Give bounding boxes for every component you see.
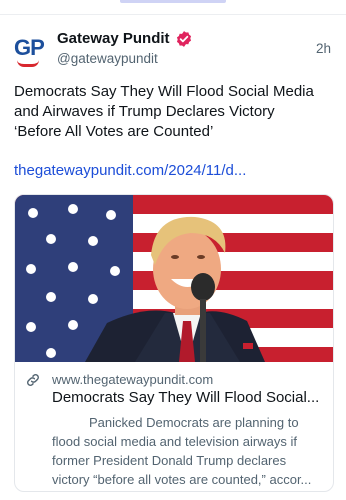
avatar-swoosh: [17, 60, 39, 67]
card-description-line: victory “before all votes are counted,” …: [52, 472, 312, 487]
post-time[interactable]: 2h: [316, 41, 331, 56]
verified-badge-icon: [176, 31, 192, 47]
card-description-line: former President Donald Trump declares: [52, 453, 287, 468]
post-text-line: and Airwaves if Trump Declares Victory: [14, 103, 275, 120]
post-text-line: ‘Before All Votes are Counted’: [14, 123, 214, 140]
post-text: Democrats Say They Will Flood Social Med…: [14, 82, 334, 142]
post-link[interactable]: thegatewaypundit.com/2024/11/d...: [14, 162, 246, 179]
card-title: Democrats Say They Will Flood Social...: [52, 389, 320, 406]
card-description-line: flood social media and television airway…: [52, 434, 297, 449]
link-icon: [27, 374, 39, 386]
card-description-line: Panicked Democrats are planning to: [89, 415, 299, 430]
link-preview-card[interactable]: www.thegatewaypundit.com Democrats Say T…: [14, 194, 334, 492]
post-text-line: Democrats Say They Will Flood Social Med…: [14, 83, 314, 100]
top-indicator: [120, 0, 226, 3]
top-divider: [0, 14, 346, 15]
author-name[interactable]: Gateway Pundit: [57, 30, 170, 47]
avatar-logo: GP: [14, 35, 45, 60]
author-handle[interactable]: @gatewaypundit: [57, 51, 158, 66]
avatar[interactable]: GP: [14, 33, 48, 67]
card-domain: www.thegatewaypundit.com: [52, 372, 214, 387]
card-image: [15, 195, 333, 362]
card-info[interactable]: www.thegatewaypundit.com Democrats Say T…: [15, 362, 333, 491]
card-description: Panicked Democrats are planning to flood…: [52, 413, 326, 489]
